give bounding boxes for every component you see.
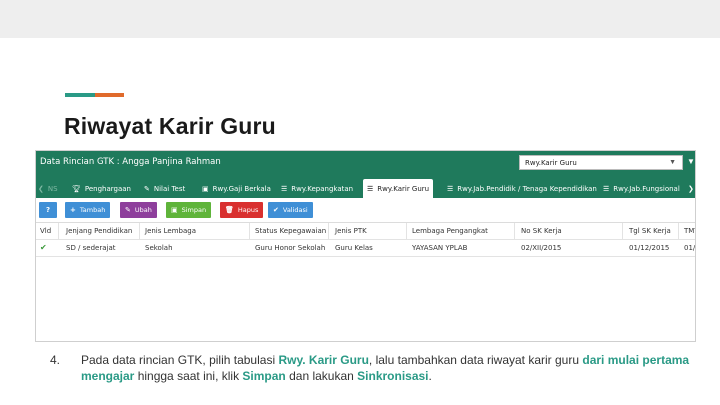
- tab-karir-guru[interactable]: ☰ Rwy.Karir Guru: [363, 179, 434, 198]
- table-header-row: Vld Jenjang Pendidikan Jenis Lembaga Sta…: [36, 223, 695, 240]
- tab-label: Rwy.Gaji Berkala: [212, 184, 271, 193]
- money-icon: ▣: [202, 184, 209, 193]
- table-cell: 02/XII/2015: [521, 244, 562, 252]
- top-band: [0, 0, 720, 38]
- tab-label: Rwy.Karir Guru: [377, 184, 430, 193]
- tab-label: Rwy.Jab.Fungsional: [613, 184, 680, 193]
- data-grid: Vld Jenjang Pendidikan Jenis Lembaga Sta…: [36, 223, 696, 257]
- step-text-part: Pada data rincian GTK, pilih tabulasi: [81, 353, 279, 367]
- column-header[interactable]: Vld: [40, 227, 51, 235]
- column-header[interactable]: Jenis PTK: [335, 227, 367, 235]
- step-text-part: , lalu tambahkan data riwayat karir guru: [368, 353, 583, 367]
- hapus-label: Hapus: [237, 206, 259, 214]
- tab-label: Nilai Test: [153, 184, 186, 193]
- panel-title: Data Rincian GTK : Angga Panjina Rahman: [40, 157, 221, 167]
- table-row[interactable]: ✔ SD / sederajat Sekolah Guru Honor Seko…: [36, 240, 696, 257]
- table-cell: SD / sederajat: [66, 244, 116, 252]
- step-text: Pada data rincian GTK, pilih tabulasi Rw…: [81, 352, 706, 384]
- hapus-button[interactable]: 🗑︎ Hapus: [220, 202, 264, 218]
- table-cell: 01/12/2015: [629, 244, 670, 252]
- tab-jab-pendidik[interactable]: ☰ Rwy.Jab.Pendidik / Tenaga Kependidikan: [447, 179, 597, 198]
- accent-orange-segment: [95, 93, 124, 97]
- column-header[interactable]: Status Kepegawaian: [255, 227, 326, 235]
- simpan-button[interactable]: ▣ Simpan: [166, 202, 212, 218]
- trophy-icon: 🏆︎: [72, 184, 81, 193]
- step-highlight: Rwy. Karir Guru: [278, 353, 369, 367]
- slide-title: Riwayat Karir Guru: [64, 113, 276, 139]
- tambah-label: Tambah: [79, 206, 106, 214]
- list-icon: ☰: [281, 184, 288, 193]
- table-cell: 01/: [684, 244, 696, 252]
- list-icon: ☰: [367, 184, 374, 193]
- check-icon: ✔: [273, 206, 279, 214]
- chevron-left-icon: ❮: [38, 184, 44, 193]
- tambah-button[interactable]: + Tambah: [65, 202, 111, 218]
- rincian-select[interactable]: Rwy.Karir Guru ▼: [519, 155, 683, 170]
- step-text-part: .: [428, 369, 432, 383]
- column-header[interactable]: Jenis Lembaga: [145, 227, 196, 235]
- tab-label: Penghargaan: [84, 184, 131, 193]
- table-cell: Guru Kelas: [335, 244, 373, 252]
- column-header[interactable]: Jenjang Pendidikan: [66, 227, 132, 235]
- gtk-detail-panel: Data Rincian GTK : Angga Panjina Rahman …: [35, 150, 696, 342]
- list-icon: ☰: [603, 184, 610, 193]
- column-header[interactable]: No SK Kerja: [521, 227, 562, 235]
- table-cell: Sekolah: [145, 244, 173, 252]
- tab-label: NS: [47, 184, 58, 193]
- help-button[interactable]: ?: [39, 202, 57, 218]
- valid-check-icon: ✔: [40, 243, 47, 252]
- rincian-select-value: Rwy.Karir Guru: [525, 159, 577, 167]
- tab-scroll-left[interactable]: ❮ NS: [38, 179, 58, 198]
- table-cell: Guru Honor Sekolah: [255, 244, 326, 252]
- help-icon: ?: [45, 206, 51, 214]
- title-accent-bar: [65, 93, 124, 97]
- tab-penghargaan[interactable]: 🏆︎ Penghargaan: [72, 179, 131, 198]
- step-text-part: dan lakukan: [285, 369, 358, 383]
- ubah-label: Ubah: [134, 206, 152, 214]
- simpan-label: Simpan: [181, 206, 207, 214]
- accent-teal-segment: [65, 93, 95, 97]
- column-header[interactable]: TMT: [684, 227, 695, 235]
- tab-label: Rwy.Jab.Pendidik / Tenaga Kependidikan: [457, 184, 597, 193]
- pencil-icon: ✎: [144, 184, 150, 193]
- table-cell: YAYASAN YPLAB: [412, 244, 468, 252]
- column-header[interactable]: Tgl SK Kerja: [629, 227, 671, 235]
- list-icon: ☰: [447, 184, 454, 193]
- validasi-label: Validasi: [282, 206, 308, 214]
- caret-down-icon: ▼: [669, 159, 676, 166]
- edit-icon: ✎: [125, 206, 131, 214]
- toolbar: ? + Tambah ✎ Ubah ▣ Simpan 🗑︎ Hapus ✔ Va…: [36, 198, 695, 223]
- caret-down-icon[interactable]: ▼: [687, 157, 695, 166]
- ubah-button[interactable]: ✎ Ubah: [120, 202, 157, 218]
- tab-scroll-right[interactable]: ❯: [688, 179, 694, 198]
- step-number: 4.: [50, 353, 61, 367]
- tab-nilai-test[interactable]: ✎ Nilai Test: [144, 179, 185, 198]
- tab-gaji-berkala[interactable]: ▣ Rwy.Gaji Berkala: [202, 179, 271, 198]
- plus-icon: +: [70, 206, 76, 214]
- chevron-right-icon: ❯: [688, 184, 694, 193]
- panel-header: Data Rincian GTK : Angga Panjina Rahman …: [36, 151, 695, 176]
- tab-label: Rwy.Kepangkatan: [291, 184, 354, 193]
- tab-jab-fungsional[interactable]: ☰ Rwy.Jab.Fungsional: [603, 179, 680, 198]
- tab-kepangkatan[interactable]: ☰ Rwy.Kepangkatan: [281, 179, 353, 198]
- step-text-part: hingga saat ini, klik: [134, 369, 243, 383]
- step-highlight: Simpan: [242, 369, 286, 383]
- validasi-button[interactable]: ✔ Validasi: [268, 202, 313, 218]
- step-highlight: Sinkronisasi: [357, 369, 429, 383]
- tab-bar: ❮ NS 🏆︎ Penghargaan ✎ Nilai Test ▣ Rwy.G…: [36, 176, 695, 198]
- save-icon: ▣: [171, 206, 178, 214]
- trash-icon: 🗑︎: [225, 206, 234, 214]
- column-header[interactable]: Lembaga Pengangkat: [412, 227, 488, 235]
